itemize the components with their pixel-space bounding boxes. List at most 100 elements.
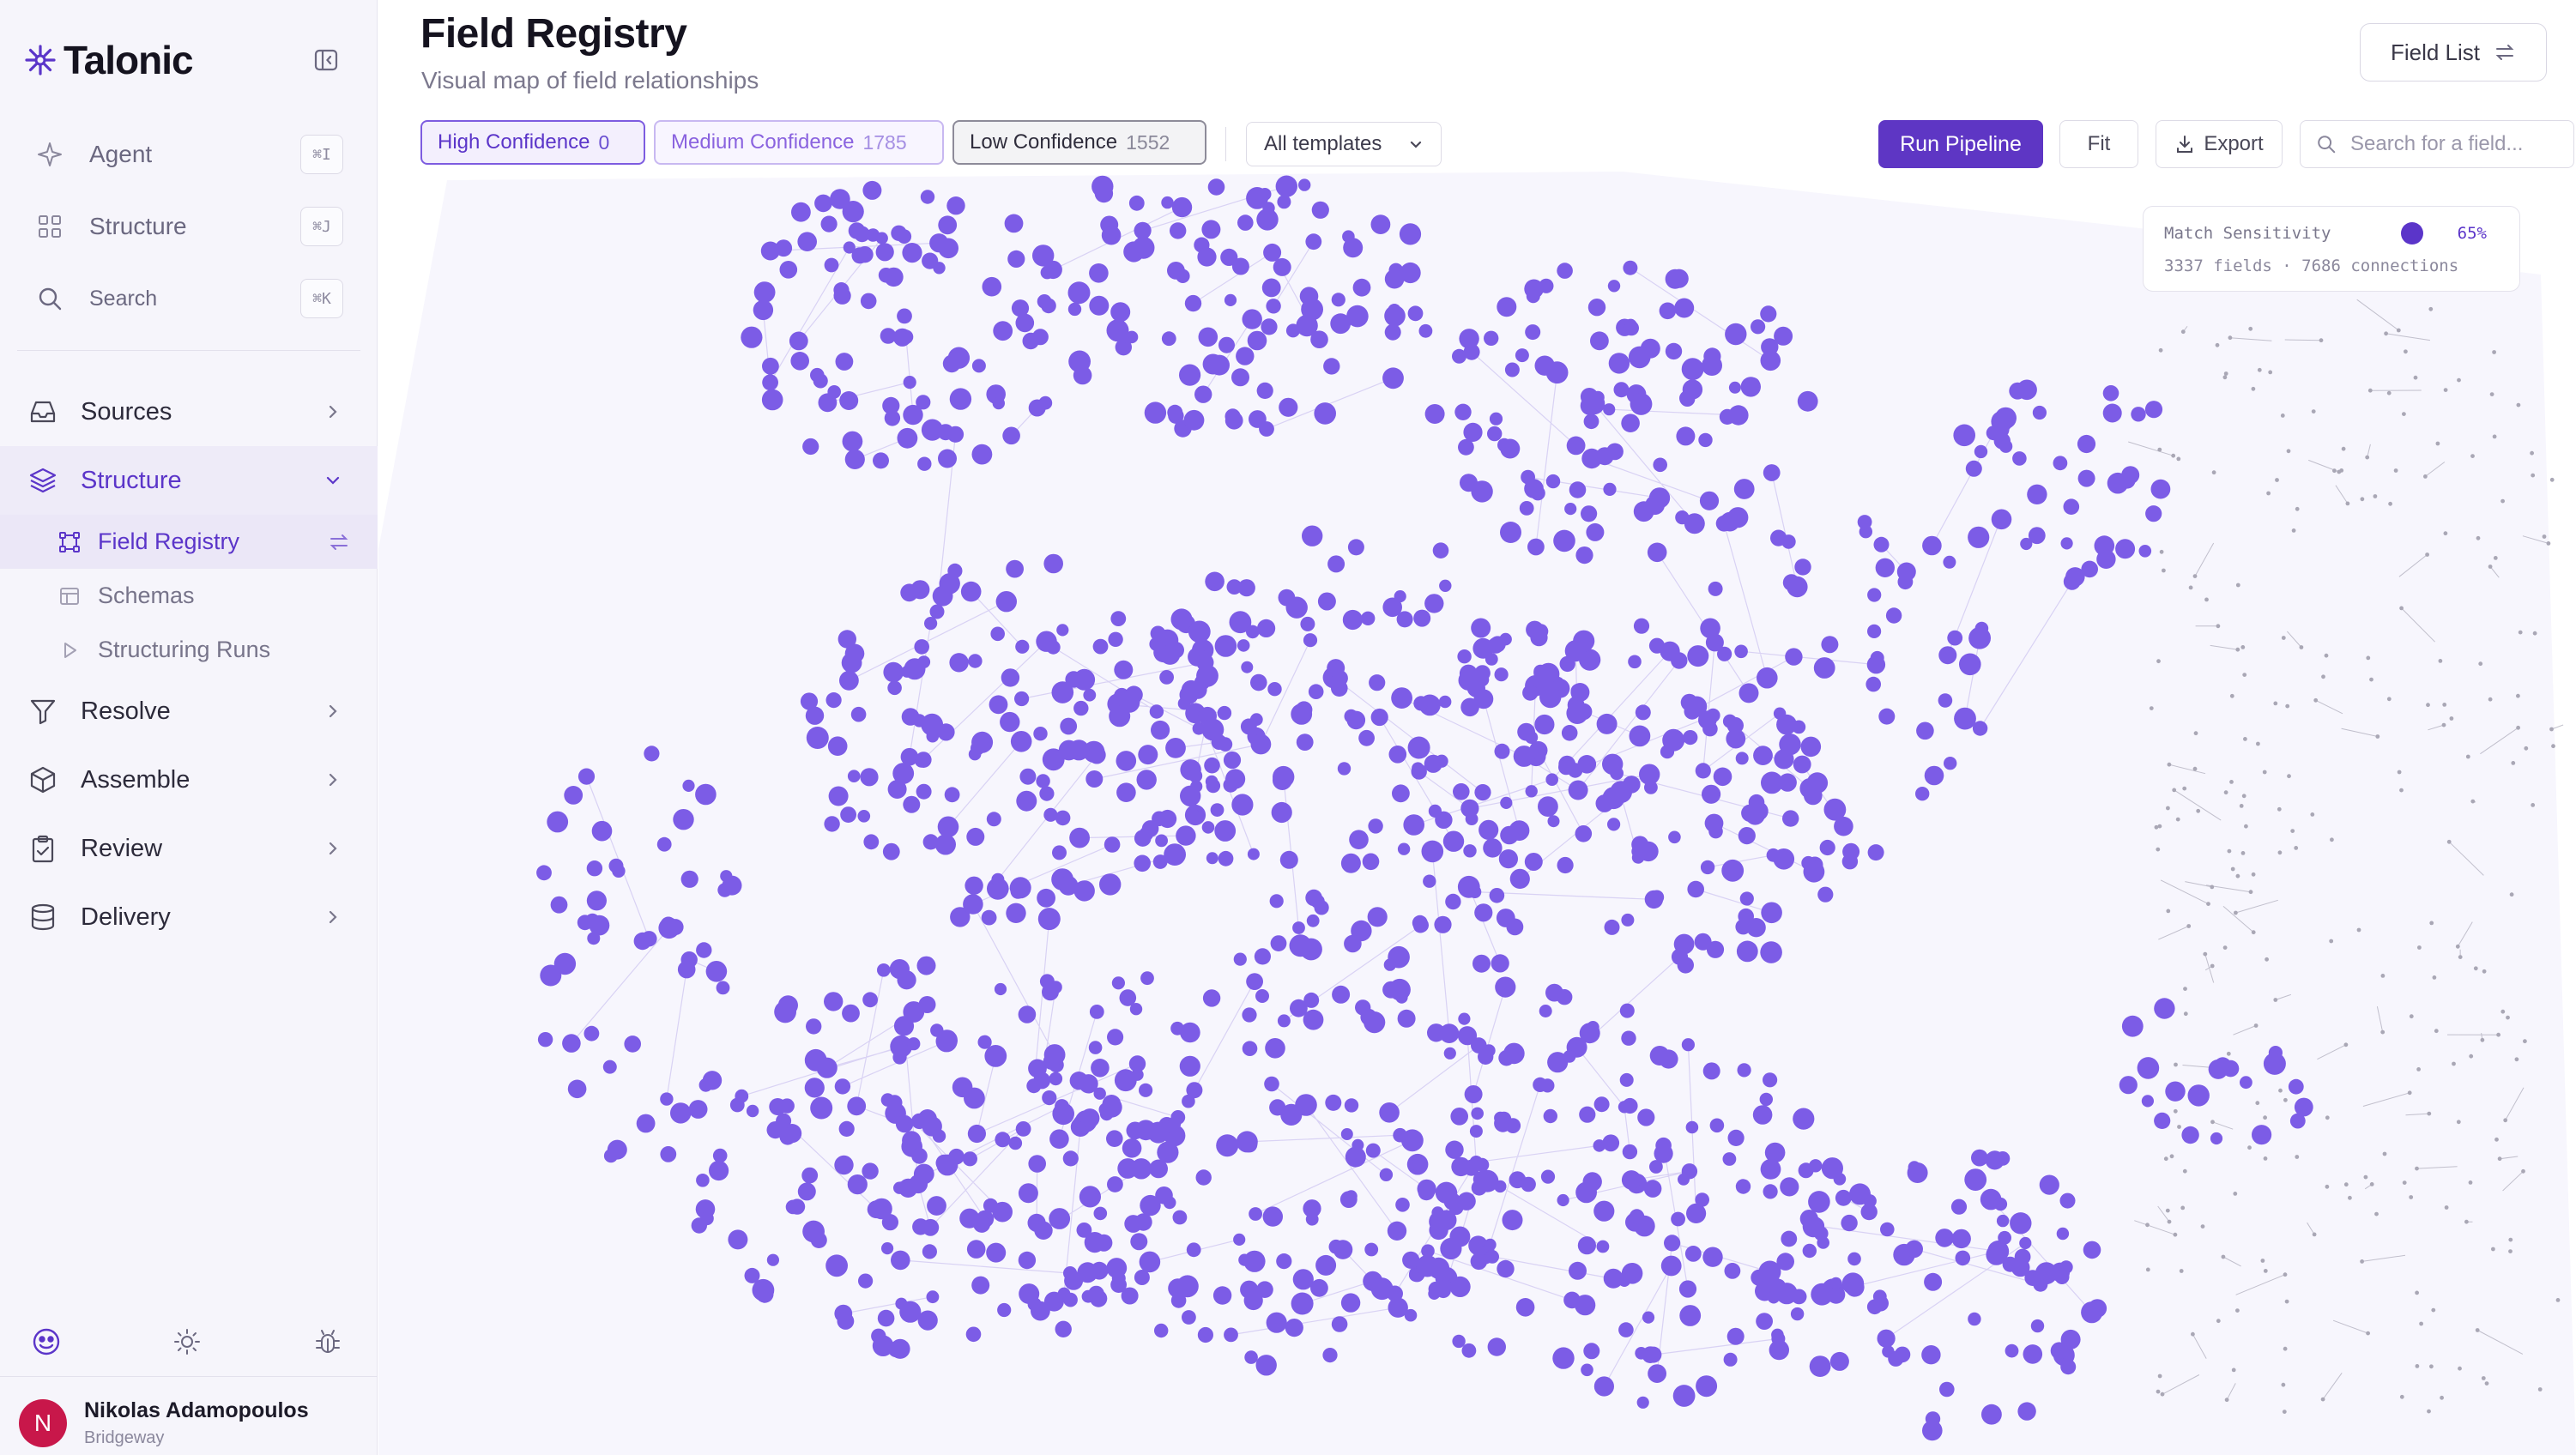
graph-node[interactable]	[1880, 1222, 1895, 1237]
graph-node[interactable]	[1079, 1186, 1101, 1208]
graph-node[interactable]	[920, 190, 935, 204]
graph-node[interactable]	[1083, 688, 1097, 702]
graph-node[interactable]	[1244, 1350, 1258, 1364]
graph-node[interactable]	[789, 331, 808, 351]
graph-node[interactable]	[1015, 313, 1035, 333]
graph-node[interactable]	[1355, 999, 1371, 1016]
graph-node[interactable]	[911, 1148, 928, 1164]
graph-node[interactable]	[1474, 903, 1493, 922]
graph-node[interactable]	[1397, 1009, 1416, 1028]
graph-node[interactable]	[1603, 1268, 1624, 1289]
graph-node[interactable]	[1954, 707, 1976, 730]
graph-node[interactable]	[1262, 202, 1275, 214]
graph-node[interactable]	[682, 779, 695, 793]
graph-node[interactable]	[1256, 1281, 1273, 1298]
graph-node[interactable]	[971, 359, 986, 373]
graph-node[interactable]	[1454, 403, 1472, 420]
graph-node[interactable]	[1622, 1144, 1638, 1160]
graph-node[interactable]	[1702, 1247, 1723, 1267]
graph-node[interactable]	[636, 1114, 656, 1133]
graph-node[interactable]	[1002, 426, 1020, 445]
graph-node[interactable]	[1780, 1177, 1799, 1197]
graph-node[interactable]	[1158, 809, 1177, 829]
graph-node[interactable]	[1925, 1411, 1941, 1427]
graph-node[interactable]	[2077, 434, 2096, 454]
quick-nav-search[interactable]: Search ⌘K	[17, 263, 343, 335]
graph-node[interactable]	[1055, 1320, 1072, 1338]
graph-node[interactable]	[1538, 796, 1558, 817]
graph-node[interactable]	[1502, 1210, 1523, 1231]
graph-node[interactable]	[2294, 1097, 2313, 1117]
graph-node[interactable]	[1167, 262, 1185, 280]
graph-node[interactable]	[1068, 350, 1091, 373]
graph-node[interactable]	[1684, 1246, 1702, 1262]
graph-node[interactable]	[1073, 880, 1095, 902]
graph-node[interactable]	[1497, 1111, 1512, 1126]
graph-node[interactable]	[1798, 1162, 1814, 1179]
graph-node[interactable]	[1704, 813, 1724, 833]
graph-node[interactable]	[1561, 725, 1578, 741]
graph-node[interactable]	[1395, 991, 1408, 1004]
graph-node[interactable]	[1504, 362, 1520, 377]
graph-node[interactable]	[1311, 201, 1329, 219]
graph-node[interactable]	[886, 1095, 903, 1111]
graph-node[interactable]	[1717, 646, 1732, 661]
graph-node[interactable]	[872, 1335, 894, 1356]
graph-node[interactable]	[991, 872, 1005, 886]
graph-node[interactable]	[680, 870, 698, 888]
graph-node[interactable]	[1331, 1316, 1348, 1332]
graph-node[interactable]	[1067, 302, 1082, 317]
graph-node[interactable]	[564, 786, 584, 805]
graph-node[interactable]	[1553, 529, 1575, 552]
graph-node[interactable]	[994, 982, 1007, 996]
graph-node[interactable]	[1603, 403, 1616, 416]
graph-node[interactable]	[1271, 801, 1292, 824]
graph-node[interactable]	[1678, 1173, 1690, 1186]
graph-node[interactable]	[1471, 1107, 1484, 1120]
graph-node[interactable]	[903, 795, 921, 813]
graph-node[interactable]	[2252, 1125, 2272, 1145]
graph-node[interactable]	[834, 1155, 854, 1175]
graph-node[interactable]	[862, 992, 878, 1008]
graph-node[interactable]	[1209, 354, 1230, 376]
graph-node[interactable]	[1150, 625, 1166, 642]
graph-node[interactable]	[1986, 426, 2001, 441]
graph-node[interactable]	[1721, 859, 1745, 882]
graph-node[interactable]	[1224, 1327, 1238, 1343]
graph-node[interactable]	[1529, 740, 1548, 760]
graph-node[interactable]	[2065, 567, 2085, 587]
graph-node[interactable]	[1681, 358, 1704, 381]
graph-node[interactable]	[1582, 392, 1605, 415]
graph-node[interactable]	[1323, 358, 1340, 375]
graph-node[interactable]	[1464, 1085, 1483, 1103]
graph-node[interactable]	[1117, 1158, 1139, 1179]
graph-node[interactable]	[1458, 1012, 1471, 1025]
graph-node[interactable]	[1607, 818, 1621, 831]
graph-node[interactable]	[1552, 1347, 1575, 1369]
graph-node[interactable]	[1167, 1116, 1182, 1131]
graph-node[interactable]	[1000, 711, 1020, 733]
graph-node[interactable]	[1237, 639, 1250, 652]
graph-node[interactable]	[1630, 393, 1653, 415]
graph-node[interactable]	[1149, 1159, 1168, 1179]
graph-node[interactable]	[1724, 1263, 1741, 1279]
graph-node[interactable]	[914, 639, 929, 655]
graph-node[interactable]	[1993, 1197, 2008, 1211]
graph-node[interactable]	[1713, 767, 1732, 787]
graph-node[interactable]	[840, 806, 856, 823]
graph-node[interactable]	[2059, 1260, 2073, 1274]
graph-node[interactable]	[892, 328, 912, 347]
graph-node[interactable]	[1867, 844, 1884, 861]
graph-node[interactable]	[1040, 265, 1055, 280]
graph-node[interactable]	[1835, 1189, 1852, 1206]
graph-node[interactable]	[882, 842, 900, 860]
graph-node[interactable]	[1399, 223, 1422, 245]
graph-node[interactable]	[1760, 350, 1781, 371]
graph-node[interactable]	[1648, 487, 1671, 509]
graph-node[interactable]	[1266, 1312, 1287, 1333]
graph-node[interactable]	[2083, 1241, 2101, 1259]
graph-node[interactable]	[1497, 297, 1517, 317]
graph-node[interactable]	[1223, 751, 1242, 770]
graph-node[interactable]	[1036, 774, 1050, 788]
graph-node[interactable]	[937, 723, 955, 741]
